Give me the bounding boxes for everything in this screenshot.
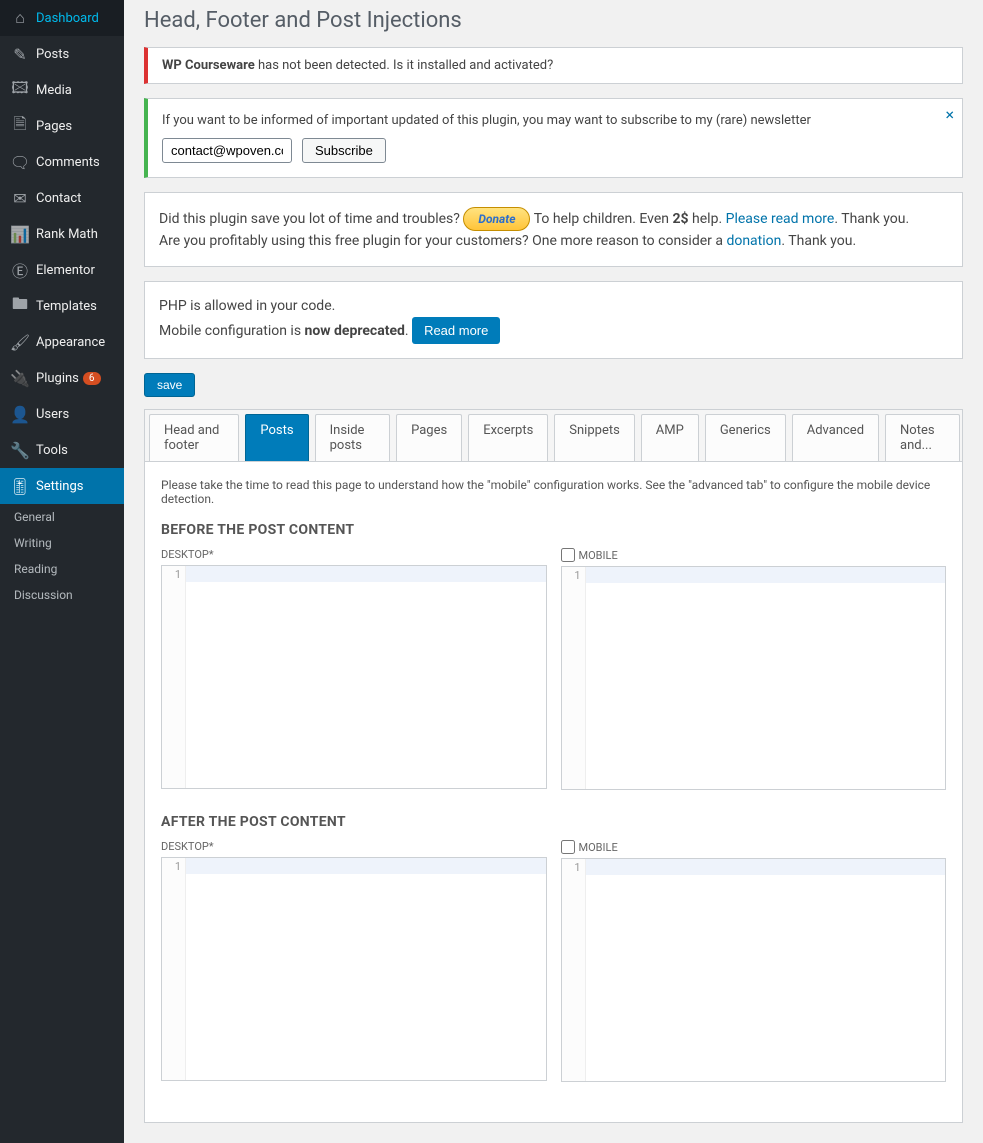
tab-pages[interactable]: Pages [396,414,462,461]
sidebar-item-pages[interactable]: 🗎 Pages [0,108,124,144]
sidebar-item-posts[interactable]: ✎ Posts [0,36,124,72]
tabs-bar: Head and footerPostsInside postsPagesExc… [145,410,962,462]
sidebar-item-label: Dashboard [36,11,99,26]
tab-head-and-footer[interactable]: Head and footer [149,414,239,461]
sidebar-item-templates[interactable]: 🖿 Templates [0,288,124,324]
appearance-icon: 🖌 [10,332,30,352]
sidebar-item-label: Pages [36,119,72,134]
tab-posts[interactable]: Posts [245,414,308,461]
error-text: has not been detected. Is it installed a… [255,58,554,73]
elementor-icon: Ⓔ [10,260,30,280]
contact-icon: ✉ [10,188,30,208]
read-more-link[interactable]: Please read more [726,211,835,227]
close-icon[interactable]: × [945,105,954,124]
sidebar-item-label: Appearance [36,335,105,350]
plugins-icon: 🔌 [10,368,30,388]
sidebar-item-label: Elementor [36,263,95,278]
after-mobile-editor[interactable]: 1 [561,858,947,1082]
sidebar-item-label: Posts [36,47,69,62]
section-after-title: AFTER THE POST CONTENT [161,814,946,830]
instructions: Please take the time to read this page t… [161,478,946,506]
newsletter-email-input[interactable] [162,138,292,163]
posts-icon: ✎ [10,44,30,64]
desktop-label: DESKTOP* [161,548,547,561]
sidebar-item-comments[interactable]: 🗨 Comments [0,144,124,180]
submenu-item-writing[interactable]: Writing [0,530,124,556]
dashboard-icon: ⌂ [10,8,30,28]
newsletter-notice: × If you want to be informed of importan… [144,98,963,178]
submenu-item-discussion[interactable]: Discussion [0,582,124,608]
read-more-button[interactable]: Read more [412,317,500,344]
php-panel: PHP is allowed in your code. Mobile conf… [144,281,963,359]
users-icon: 👤 [10,404,30,424]
sidebar-item-users[interactable]: 👤 Users [0,396,124,432]
newsletter-text: If you want to be informed of important … [162,113,948,128]
comments-icon: 🗨 [10,152,30,172]
main-content: Head, Footer and Post Injections WP Cour… [124,0,983,1143]
sidebar-item-settings[interactable]: 🎚 Settings [0,468,124,504]
sidebar-item-dashboard[interactable]: ⌂ Dashboard [0,0,124,36]
after-mobile-checkbox[interactable] [561,840,575,854]
sidebar-item-rank-math[interactable]: 📊 Rank Math [0,216,124,252]
tabs-container: Head and footerPostsInside postsPagesExc… [144,409,963,1123]
tab-notes-and-[interactable]: Notes and... [885,414,960,461]
sidebar-item-label: Comments [36,155,100,170]
section-before-title: BEFORE THE POST CONTENT [161,522,946,538]
sidebar-item-label: Settings [36,479,83,494]
save-button[interactable]: save [144,373,195,397]
settings-icon: 🎚 [10,476,30,496]
error-notice: WP Courseware has not been detected. Is … [144,47,963,84]
tab-snippets[interactable]: Snippets [554,414,635,461]
subscribe-button[interactable]: Subscribe [302,138,386,163]
sidebar-item-label: Rank Math [36,227,98,242]
page-title: Head, Footer and Post Injections [144,8,963,33]
tools-icon: 🔧 [10,440,30,460]
donation-link[interactable]: donation [726,233,781,249]
pages-icon: 🗎 [10,116,30,136]
sidebar-item-contact[interactable]: ✉ Contact [0,180,124,216]
error-plugin-name: WP Courseware [162,58,255,73]
sidebar-item-tools[interactable]: 🔧 Tools [0,432,124,468]
submenu-item-general[interactable]: General [0,504,124,530]
sidebar-item-label: Contact [36,191,81,206]
before-desktop-editor[interactable]: 1 [161,565,547,789]
before-mobile-checkbox[interactable] [561,548,575,562]
after-desktop-editor[interactable]: 1 [161,857,547,1081]
rank-math-icon: 📊 [10,224,30,244]
tab-inside-posts[interactable]: Inside posts [315,414,390,461]
sidebar-item-label: Tools [36,443,68,458]
donate-panel: Did this plugin save you lot of time and… [144,192,963,267]
media-icon: 🖾 [10,80,30,100]
sidebar-item-plugins[interactable]: 🔌 Plugins 6 [0,360,124,396]
mobile-label: MOBILE [579,841,618,854]
tab-amp[interactable]: AMP [641,414,699,461]
admin-sidebar: ⌂ Dashboard ✎ Posts 🖾 Media 🗎 Pages 🗨 Comments ✉ Co… [0,0,124,1143]
sidebar-item-media[interactable]: 🖾 Media [0,72,124,108]
sidebar-item-appearance[interactable]: 🖌 Appearance [0,324,124,360]
tab-advanced[interactable]: Advanced [792,414,879,461]
sidebar-item-label: Templates [36,299,97,314]
sidebar-item-elementor[interactable]: Ⓔ Elementor [0,252,124,288]
mobile-label: MOBILE [579,549,618,562]
sidebar-item-label: Users [36,407,69,422]
submenu-item-reading[interactable]: Reading [0,556,124,582]
templates-icon: 🖿 [10,296,30,316]
before-mobile-editor[interactable]: 1 [561,566,947,790]
desktop-label: DESKTOP* [161,840,547,853]
sidebar-item-label: Media [36,83,72,98]
sidebar-item-label: Plugins [36,371,79,386]
donate-button[interactable]: Donate [463,207,530,231]
tab-excerpts[interactable]: Excerpts [468,414,548,461]
tab-generics[interactable]: Generics [705,414,786,461]
plugins-update-badge: 6 [83,372,101,385]
